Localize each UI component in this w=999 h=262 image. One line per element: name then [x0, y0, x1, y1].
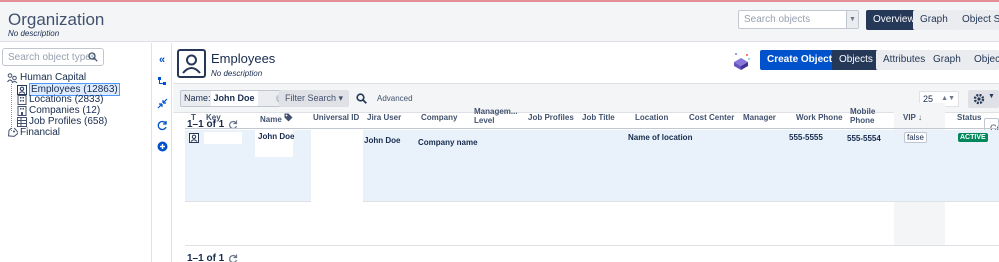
col-job-title[interactable]: Job Title: [582, 113, 615, 122]
tree-item-label: Human Capital: [20, 72, 87, 83]
col-universal-id[interactable]: Universal ID: [313, 113, 359, 122]
col-jira-user[interactable]: Jira User: [367, 113, 401, 122]
collapse-all-icon[interactable]: [156, 98, 168, 110]
object-type-description: No description: [211, 69, 263, 78]
tree-item-label: Job Profiles (658): [29, 116, 108, 127]
object-type-sidebar: Search object types Human Capital Employ…: [0, 43, 152, 262]
table-header: T Key Name Universal ID Jira User Compan…: [185, 103, 999, 129]
mobile-phone-cell: 555-5554: [847, 134, 881, 143]
employee-name[interactable]: John Doe: [258, 132, 294, 141]
col-key[interactable]: Key: [206, 113, 221, 122]
work-phone-cell: 555-5555: [789, 133, 823, 142]
location-cell[interactable]: Name of location: [628, 133, 692, 142]
col-vip[interactable]: VIP ↓: [903, 113, 922, 122]
tab-attributes[interactable]: Attributes: [876, 50, 933, 70]
hierarchy-icon[interactable]: [156, 76, 168, 88]
caret-down-icon: ▼: [988, 93, 995, 100]
tree-item-locations[interactable]: Locations (2833): [17, 94, 104, 105]
universal-id-cell: [311, 130, 363, 202]
table-row[interactable]: John Doe John Doe Company name Name of l…: [185, 130, 999, 202]
tree-item-human-capital[interactable]: Human Capital: [7, 72, 86, 83]
tab-graph[interactable]: Graph: [926, 50, 968, 70]
org-chart-icon: [7, 72, 18, 83]
tree-item-label: Locations (2833): [29, 94, 104, 105]
tree-item-label: Financial: [20, 127, 61, 138]
tree-item-companies[interactable]: Companies (12): [17, 105, 100, 116]
automation-icon[interactable]: [730, 50, 752, 72]
col-type[interactable]: T: [191, 113, 196, 122]
search-placeholder: Search objects: [744, 14, 811, 25]
filter-chip-label: Name:: [184, 93, 211, 103]
object-type-title: Employees: [211, 51, 276, 66]
employee-type-icon: [177, 49, 206, 78]
building-icon: [17, 105, 27, 116]
chevron-down-icon[interactable]: ▼: [846, 11, 858, 28]
page-description: No description: [8, 29, 60, 38]
filter-search-label: Filter Search: [285, 93, 337, 103]
refresh-icon[interactable]: [156, 120, 168, 132]
refresh-icon[interactable]: [228, 254, 238, 262]
pagination-text: 1–1 of 1: [187, 253, 225, 262]
pagination-bottom: 1–1 of 1: [187, 253, 238, 262]
tree-action-strip: «: [152, 43, 172, 262]
add-icon[interactable]: [156, 141, 168, 153]
key-cell[interactable]: [204, 132, 242, 144]
company-cell[interactable]: Company name: [418, 138, 478, 147]
app-header: Organization No description Search objec…: [0, 2, 999, 42]
person-icon: [17, 84, 27, 95]
person-icon: [189, 133, 199, 146]
col-vip-label: VIP: [903, 113, 916, 122]
building-icon: [17, 94, 27, 105]
col-name[interactable]: Name: [260, 113, 293, 124]
col-job-profiles[interactable]: Job Profiles: [528, 113, 574, 122]
tree-connector: [11, 84, 12, 131]
col-mobile-phone[interactable]: Mobile Phone: [850, 107, 880, 125]
tag-icon: [8, 127, 18, 137]
col-manager[interactable]: Manager: [743, 113, 776, 122]
create-object-button[interactable]: Create Object: [760, 50, 840, 70]
search-icon: [88, 52, 98, 62]
col-status[interactable]: Status: [957, 113, 981, 122]
table-bottom-border: [185, 245, 999, 246]
table-icon: [17, 116, 27, 127]
graph-button[interactable]: Graph: [913, 10, 955, 30]
vip-value-cell[interactable]: false: [904, 132, 927, 143]
tree-item-job-profiles[interactable]: Job Profiles (658): [17, 116, 107, 127]
status-badge: ACTIVE: [958, 133, 988, 142]
tag-icon: [284, 113, 293, 122]
global-search-input[interactable]: Search objects ▼: [738, 10, 859, 29]
col-work-phone[interactable]: Work Phone: [796, 113, 843, 122]
collapse-left-icon[interactable]: «: [156, 54, 168, 66]
tab-objects[interactable]: Objects: [832, 50, 880, 70]
tree-item-label: Companies (12): [29, 105, 101, 116]
object-type-search-input[interactable]: Search object types: [2, 48, 104, 66]
col-company[interactable]: Company: [421, 113, 457, 122]
col-name-label: Name: [260, 115, 282, 124]
tree-item-financial[interactable]: Financial: [7, 127, 60, 138]
tab-object-more[interactable]: Object: [967, 50, 999, 70]
page-title: Organization: [8, 10, 105, 29]
advanced-search-link[interactable]: Advanced: [377, 94, 413, 103]
col-cost-center[interactable]: Cost Center: [689, 113, 734, 122]
col-location[interactable]: Location: [635, 113, 668, 122]
object-schema-button[interactable]: Object Sc: [955, 10, 999, 30]
jira-user-cell[interactable]: John Doe: [364, 136, 400, 145]
object-type-search-placeholder: Search object types: [8, 52, 96, 63]
caret-down-icon: ▾: [338, 93, 344, 103]
col-management-level[interactable]: Managem... Level: [474, 107, 522, 125]
sort-desc-icon: ↓: [917, 113, 922, 122]
